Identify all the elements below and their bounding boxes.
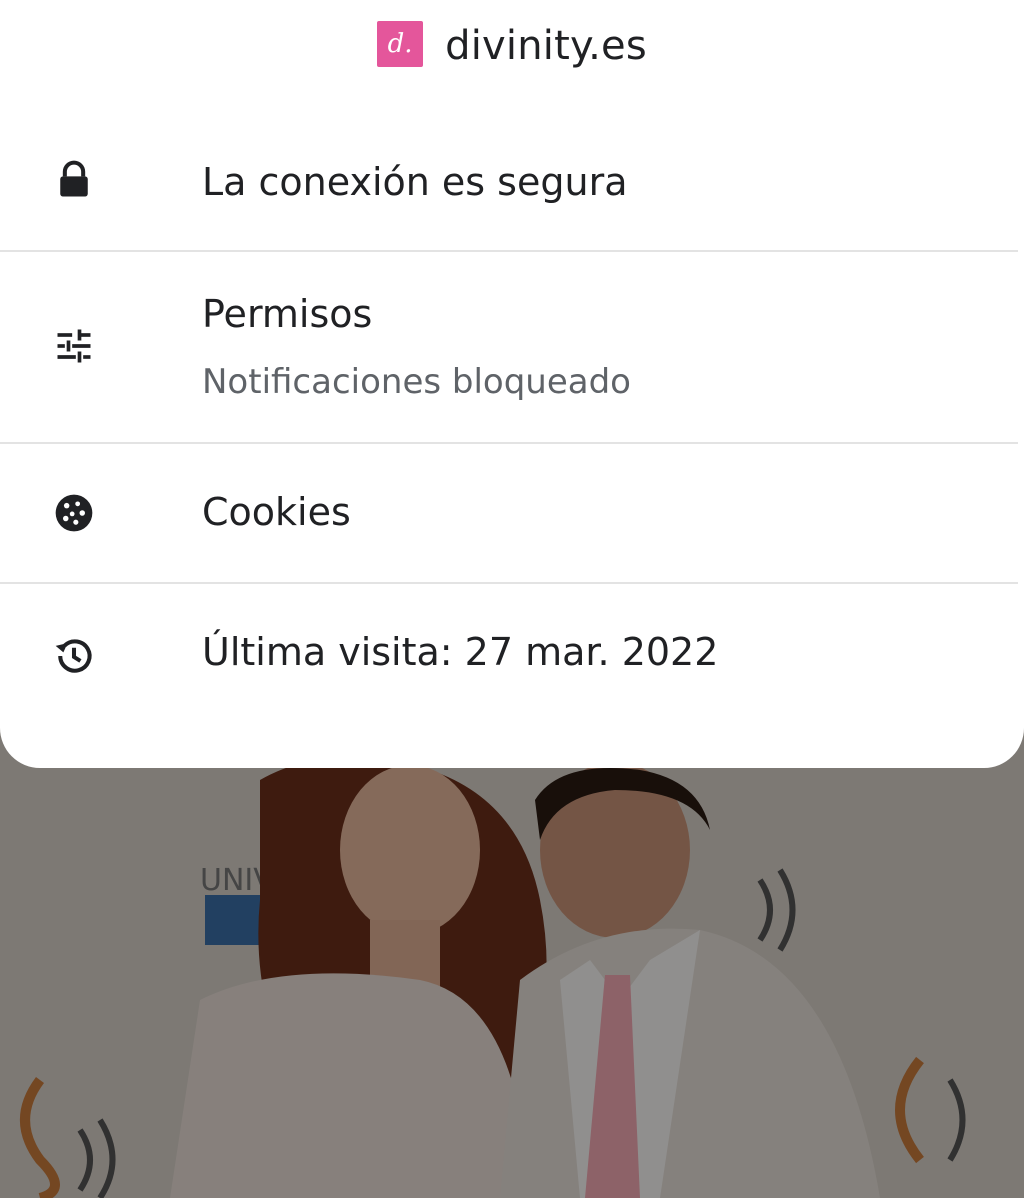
history-icon [55,639,92,673]
lock-icon [60,160,88,197]
tune-sliders-icon [57,329,91,363]
cookies-row[interactable]: Cookies [0,444,1024,582]
site-domain: divinity.es [445,23,647,69]
favicon-letter: d. [387,29,413,59]
site-favicon: d. [377,21,424,67]
connection-label: La conexión es segura [202,160,628,204]
last-visit-label: Última visita: 27 mar. 2022 [202,630,719,674]
page-info-sheet: d. divinity.es La conexión es segura Per… [0,0,1024,768]
permissions-sublabel: Notificaciones bloqueado [202,362,631,402]
screen: UNIV d. divinity.es La conexión es segur… [0,0,1024,1198]
permissions-row[interactable]: Permisos Notificaciones bloqueado [0,252,1024,442]
cookie-icon [55,494,93,532]
cookies-label: Cookies [202,490,351,534]
connection-security-row[interactable]: La conexión es segura [0,130,1024,250]
site-header: d. divinity.es [0,0,1024,92]
permissions-label: Permisos [202,292,373,336]
last-visit-row[interactable]: Última visita: 27 mar. 2022 [0,584,1024,724]
